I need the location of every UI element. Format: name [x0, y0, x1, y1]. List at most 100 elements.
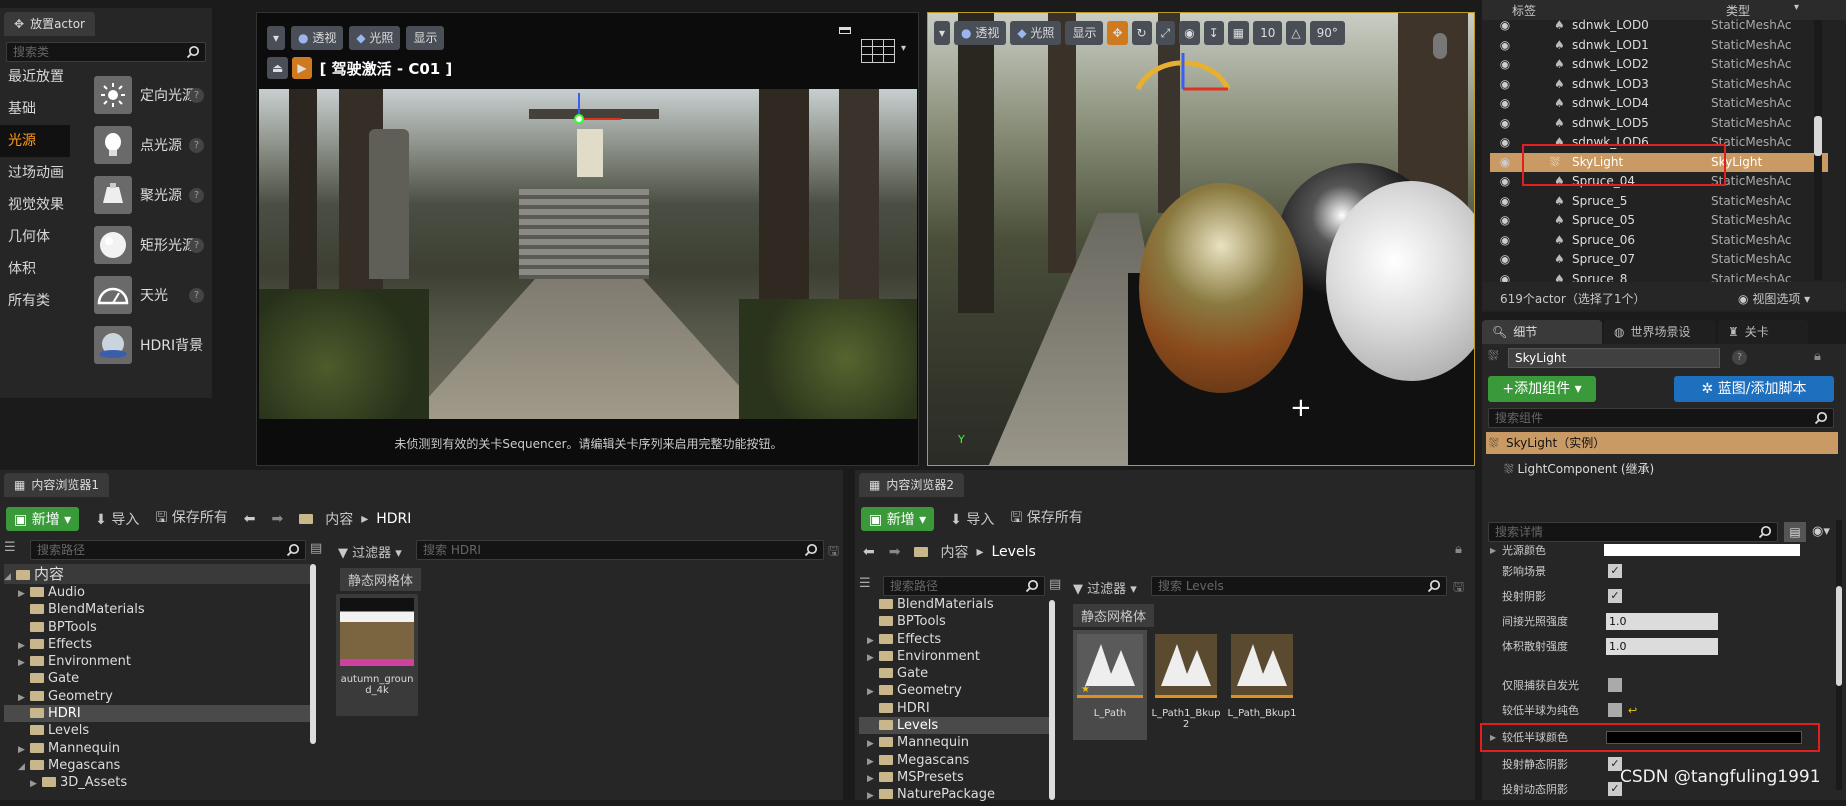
eject-icon[interactable]: ⏏ — [267, 57, 289, 79]
component-search-input[interactable]: 搜索组件 — [1488, 408, 1834, 428]
eye-icon[interactable]: ◉ — [1490, 36, 1520, 56]
category-geometry[interactable]: 几何体 — [0, 221, 70, 253]
translate-tool-icon[interactable]: ✥ — [1107, 21, 1128, 45]
reset-arrow-icon[interactable]: ↩ — [1628, 698, 1637, 723]
lock-icon[interactable]: 🔒︎ — [1455, 542, 1462, 557]
tree-options-icon[interactable]: ▤ — [310, 541, 322, 556]
eye-icon[interactable]: ◉ — [1490, 114, 1520, 134]
place-item-hdri-backdrop[interactable]: HDRI背景 — [88, 320, 212, 370]
help-icon[interactable]: ? — [1732, 350, 1747, 365]
viewport-menu-button[interactable]: ▾ — [267, 26, 286, 50]
place-item-spot-light[interactable]: 聚光源 ? — [88, 170, 212, 220]
forward-arrow-icon[interactable]: ➡ — [889, 544, 901, 560]
breadcrumb-current[interactable]: HDRI — [376, 511, 411, 527]
outliner-row[interactable]: ◉ ♠ sdnwk_LOD5 StaticMeshActo — [1490, 114, 1828, 134]
save-search-icon[interactable]: 🖫︎ — [1453, 578, 1464, 600]
folder-item-selected[interactable]: Levels — [859, 717, 1049, 735]
surface-snap-icon[interactable]: ↧ — [1203, 21, 1224, 45]
eye-icon[interactable]: ◉ — [1490, 94, 1520, 114]
checkbox-checked[interactable]: ✓ — [1608, 589, 1622, 603]
class-search-input[interactable]: 搜索类 — [6, 42, 206, 62]
numeric-field[interactable]: 1.0 — [1606, 613, 1718, 630]
eye-icon[interactable]: ◉ — [1490, 172, 1520, 192]
save-all-button[interactable]: 🖫︎ 保存所有 — [155, 507, 227, 531]
folder-item-selected[interactable]: HDRI — [4, 705, 310, 723]
tree-scrollbar[interactable] — [1049, 600, 1055, 800]
back-arrow-icon[interactable]: ⬅ — [863, 544, 875, 560]
viewport-left[interactable]: ▾ ● 透视 ◆ 光照 显示 ⏏ ▶ [ 驾驶激活 - C01 ] ▾ 未侦测到… — [256, 12, 919, 466]
grid-size-value[interactable]: 10 — [1253, 21, 1283, 45]
filter-chip[interactable]: 静态网格体 — [1073, 604, 1155, 627]
tab-levels[interactable]: ♜ 关卡 — [1718, 320, 1808, 344]
tree-collapse-icon[interactable]: ☰ — [859, 576, 871, 591]
outliner-row[interactable]: ◉ ♠ Spruce_06 StaticMeshActo — [1490, 231, 1828, 251]
details-scrollbar[interactable] — [1836, 520, 1842, 790]
folder-item[interactable]: BlendMaterials — [859, 596, 1049, 613]
checkbox-checked[interactable]: ✓ — [1608, 564, 1622, 578]
component-instance-row[interactable]: ⛆ SkyLight（实例） — [1486, 432, 1838, 454]
scale-tool-icon[interactable]: ⤢ — [1155, 21, 1176, 45]
save-search-icon[interactable]: 🖫︎ — [828, 542, 839, 564]
help-icon[interactable]: ? — [189, 87, 204, 103]
expand-arrow-icon[interactable]: ▶ — [1490, 725, 1496, 750]
folder-item[interactable]: ▶ Environment — [859, 648, 1049, 665]
folder-item[interactable]: ◢ Megascans — [4, 757, 310, 774]
filter-button[interactable]: ▼ 过滤器 ▾ — [338, 542, 402, 561]
filter-button[interactable]: ▼ 过滤器 ▾ — [1073, 578, 1137, 597]
actor-name-field[interactable]: SkyLight — [1508, 348, 1720, 368]
show-button[interactable]: 显示 — [1065, 21, 1104, 45]
lower-hemisphere-color-swatch[interactable] — [1606, 731, 1802, 744]
eye-icon[interactable]: ◉ — [1490, 55, 1520, 75]
lit-button[interactable]: ◆ 光照 — [349, 26, 401, 50]
category-lights[interactable]: 光源 — [0, 125, 70, 157]
checkbox-unchecked[interactable] — [1608, 678, 1622, 692]
help-icon[interactable]: ? — [189, 137, 204, 153]
folder-item[interactable]: HDRI — [859, 700, 1049, 717]
outliner-row[interactable]: ◉ ♠ sdnwk_LOD1 StaticMeshActo — [1490, 36, 1828, 56]
asset-search-input[interactable]: 搜索 Levels — [1151, 576, 1447, 596]
place-item-directional-light[interactable]: 定向光源 ? — [88, 70, 212, 120]
asset-tile[interactable]: autumn_ground_4k — [336, 594, 418, 716]
viewport-right[interactable]: + Y ▾ ● 透视 ◆ 光照 显示 ✥ ↻ ⤢ ◉ ↧ ▦ 10 △ 90° — [927, 12, 1475, 466]
component-child-row[interactable]: ⛆ LightComponent (继承) — [1504, 460, 1654, 477]
asset-search-input[interactable]: 搜索 HDRI — [416, 540, 824, 560]
category-recent[interactable]: 最近放置 — [0, 61, 70, 93]
angle-value[interactable]: 90° — [1309, 21, 1345, 45]
folder-item[interactable]: ▶ Geometry — [4, 688, 310, 705]
light-color-swatch[interactable] — [1604, 544, 1800, 556]
perspective-button[interactable]: ● 透视 — [954, 21, 1007, 45]
blueprint-script-button[interactable]: ✲ 蓝图/添加脚本 — [1674, 376, 1834, 402]
folder-item[interactable]: ▶ Mannequin — [859, 734, 1049, 751]
category-visual-effects[interactable]: 视觉效果 — [0, 189, 70, 221]
outliner-row[interactable]: ◉ ♠ Spruce_5 StaticMeshActo — [1490, 192, 1828, 212]
cb1-tab[interactable]: ▦ 内容浏览器1 — [4, 473, 109, 497]
eye-icon[interactable]: ◉ — [1490, 133, 1520, 153]
outliner-row[interactable]: ◉ ♠ sdnwk_LOD2 StaticMeshActo — [1490, 55, 1828, 75]
pilot-camera-icon[interactable]: ▶ — [292, 57, 312, 79]
scrollbar-thumb[interactable] — [1814, 116, 1822, 156]
outliner-row[interactable]: ◉ ♠ sdnwk_LOD0 StaticMeshActo — [1490, 16, 1828, 36]
asset-tile-selected[interactable]: ★ L_Path — [1073, 630, 1147, 740]
eye-options-icon[interactable]: ◉▾ — [1812, 524, 1830, 539]
tree-root[interactable]: ◢ 内容 — [4, 564, 310, 584]
place-item-sky-light[interactable]: 天光 ? — [88, 270, 212, 320]
folder-item[interactable]: Gate — [859, 665, 1049, 682]
tab-world-settings[interactable]: ◍ 世界场景设 — [1604, 320, 1716, 344]
import-button[interactable]: ⬇ 导入 — [95, 509, 139, 529]
view-options-button[interactable]: ◉ 视图选项 ▾ — [1738, 290, 1810, 307]
forward-arrow-icon[interactable]: ➡ — [271, 511, 283, 527]
outliner-row[interactable]: ◉ ♠ sdnwk_LOD3 StaticMeshActo — [1490, 75, 1828, 95]
new-button[interactable]: ▣ 新增 ▾ — [861, 507, 935, 531]
eye-icon[interactable]: ◉ — [1490, 75, 1520, 95]
category-volumes[interactable]: 体积 — [0, 253, 70, 285]
tree-options-icon[interactable]: ▤ — [1049, 577, 1061, 592]
grid-snap-icon[interactable]: ▦ — [1227, 21, 1250, 45]
category-all-classes[interactable]: 所有类 — [0, 285, 70, 317]
layout-grid-icon[interactable] — [861, 39, 895, 63]
new-button[interactable]: ▣ 新增 ▾ — [6, 507, 80, 531]
expand-arrow-icon[interactable]: ▶ — [1490, 542, 1496, 559]
eye-icon[interactable]: ◉ — [1490, 231, 1520, 251]
filter-chip[interactable]: 静态网格体 — [340, 568, 422, 591]
folder-item[interactable]: ▶ Audio — [4, 584, 310, 601]
back-arrow-icon[interactable]: ⬅ — [244, 511, 256, 527]
